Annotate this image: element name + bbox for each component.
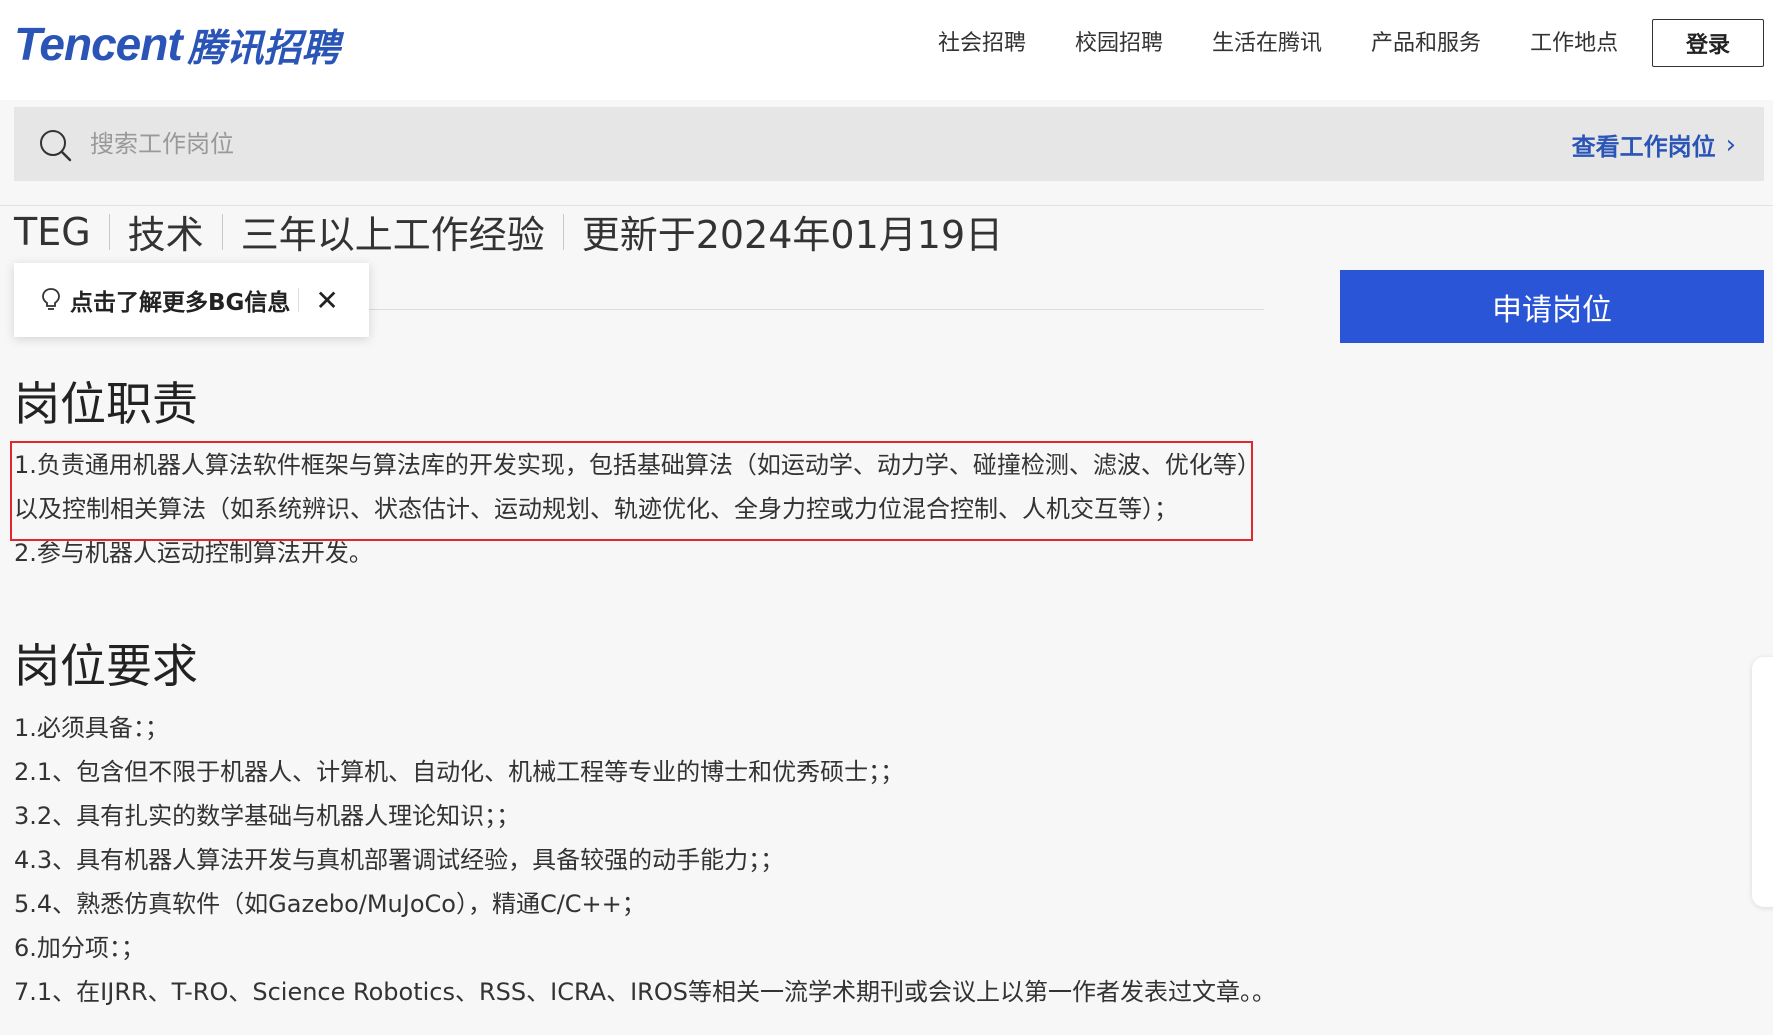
tencent-recruit-logo[interactable]: Tencent 腾讯招聘 [14,18,340,70]
search-input[interactable] [88,124,1288,164]
search-bar: 查看工作岗位 › [14,107,1764,181]
apply-button[interactable]: 申请岗位 [1340,270,1764,343]
logo-cn: 腾讯招聘 [187,27,340,70]
requirement-item: 5.4、熟悉仿真软件（如Gazebo/MuJoCo），精通C/C++； [14,890,646,918]
bg-info-text: 点击了解更多BG信息 [70,290,291,316]
nav-life-at-tencent[interactable]: 生活在腾讯 [1212,28,1322,60]
requirement-item: 4.3、具有机器人算法开发与真机部署调试经验，具备较强的动手能力；； [14,846,785,874]
tooltip-separator [298,288,300,312]
duty-item: 2.参与机器人运动控制算法开发。 [14,539,373,567]
job-bg: TEG [14,209,91,254]
requirement-item: 6.加分项：； [14,934,145,962]
header: Tencent 腾讯招聘 社会招聘 校园招聘 生活在腾讯 产品和服务 工作地点 … [0,0,1773,100]
divider [369,309,1264,310]
requirement-item: 2.1、包含但不限于机器人、计算机、自动化、机械工程等专业的博士和优秀硕士；； [14,758,905,786]
main-nav: 社会招聘 校园招聘 生活在腾讯 产品和服务 工作地点 [938,28,1667,60]
chevron-right-icon: › [1725,129,1736,160]
requirement-item: 3.2、具有扎实的数学基础与机器人理论知识；； [14,802,521,830]
requirements-list: 1.必须具备：； 2.1、包含但不限于机器人、计算机、自动化、机械工程等专业的博… [14,706,1276,1014]
lightbulb-icon [42,288,60,310]
meta-separator [108,213,110,250]
view-jobs-link[interactable]: 查看工作岗位 › [1572,127,1736,162]
duties-title: 岗位职责 [14,377,198,431]
job-experience: 三年以上工作经验 [240,213,545,257]
meta-separator [562,213,564,250]
nav-campus-recruit[interactable]: 校园招聘 [1075,28,1163,60]
search-icon[interactable] [38,128,72,162]
nav-products-services[interactable]: 产品和服务 [1371,28,1481,60]
requirement-item: 7.1、在IJRR、T-RO、Science Robotics、RSS、ICRA… [14,978,1276,1006]
job-meta: TEG 技术 三年以上工作经验 更新于2024年01月19日 [14,204,1003,259]
nav-social-recruit[interactable]: 社会招聘 [938,28,1026,60]
job-updated: 更新于2024年01月19日 [581,213,1004,257]
bg-info-tooltip[interactable]: 点击了解更多BG信息 ✕ [14,263,369,337]
nav-work-locations[interactable]: 工作地点 [1530,28,1618,60]
meta-separator [221,213,223,250]
duty-item: 1.负责通用机器人算法软件框架与算法库的开发实现，包括基础算法（如运动学、动力学… [14,451,1249,523]
side-float-widget[interactable] [1752,657,1773,907]
login-button[interactable]: 登录 [1652,19,1764,67]
requirements-title: 岗位要求 [14,639,198,693]
job-category: 技术 [127,213,204,257]
close-icon[interactable]: ✕ [315,284,338,317]
logo-brand: Tencent [14,18,183,70]
view-jobs-label: 查看工作岗位 [1571,133,1716,161]
requirement-item: 1.必须具备：； [14,714,169,742]
